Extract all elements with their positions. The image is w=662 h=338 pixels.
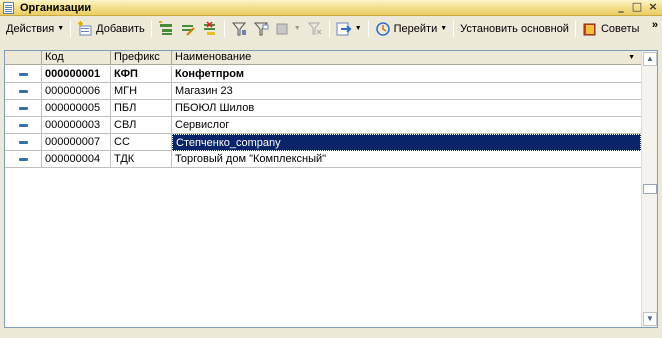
scroll-up-icon[interactable]: ▲ <box>643 52 657 66</box>
column-header-name[interactable]: Наименование ▼ <box>172 51 641 65</box>
vertical-scrollbar[interactable]: ▲ ▼ <box>641 51 657 327</box>
output-list-button[interactable]: ▼ <box>333 19 365 39</box>
clear-filter-button[interactable] <box>304 19 326 39</box>
column-header-prefix[interactable]: Префикс <box>111 51 172 65</box>
clear-filter-icon <box>307 21 323 37</box>
row-icon-cell <box>5 150 42 168</box>
element-icon <box>19 157 28 161</box>
edit-item-icon <box>180 21 196 37</box>
maximize-button[interactable]: □ <box>630 1 644 14</box>
cell-prefix[interactable]: КФП <box>111 65 172 83</box>
toolbar-separator <box>328 20 330 37</box>
toolbar-separator <box>223 20 225 37</box>
set-default-label: Установить основной <box>460 22 569 35</box>
toolbar-separator <box>150 20 152 37</box>
chevron-down-icon: ▼ <box>57 25 65 32</box>
table-header: Код Префикс Наименование ▼ <box>5 51 641 65</box>
element-icon <box>19 106 28 110</box>
row-icon-cell <box>5 82 42 100</box>
column-header-code[interactable]: Код <box>42 51 111 65</box>
filter-history-button[interactable]: ▼ <box>272 19 304 39</box>
element-icon <box>19 140 28 144</box>
chevron-down-icon: ▼ <box>293 25 301 32</box>
table-row[interactable]: 000000004 ТДК Торговый дом "Комплексный" <box>5 150 641 168</box>
chevron-down-icon: ▼ <box>354 25 362 32</box>
delete-mark-button[interactable] <box>199 19 221 39</box>
add-button[interactable]: Добавить <box>74 19 148 39</box>
scrollbar-thumb[interactable] <box>643 184 657 194</box>
row-icon-cell <box>5 116 42 134</box>
cell-code[interactable]: 000000004 <box>42 150 111 168</box>
cell-code[interactable]: 000000007 <box>42 133 111 151</box>
cell-name[interactable]: Сервислог <box>172 117 641 134</box>
row-icon-cell <box>5 65 42 83</box>
scroll-down-icon[interactable]: ▼ <box>643 312 657 326</box>
chevron-down-icon: ▼ <box>440 25 448 32</box>
cell-code[interactable]: 000000003 <box>42 116 111 134</box>
goto-label: Перейти <box>393 22 438 35</box>
actions-menu-button[interactable]: Действия ▼ <box>3 19 67 39</box>
element-icon <box>19 123 28 127</box>
edit-button[interactable] <box>177 19 199 39</box>
cell-code[interactable]: 000000006 <box>42 82 111 100</box>
toolbar-separator <box>367 20 369 37</box>
row-icon-cell <box>5 99 42 117</box>
add-group-icon <box>158 20 174 37</box>
filter-by-value-icon <box>253 21 269 37</box>
cell-name[interactable]: Конфетпром <box>172 66 641 83</box>
actions-label: Действия <box>6 22 55 35</box>
filter-button[interactable] <box>228 19 250 39</box>
column-header-name-label: Наименование <box>175 51 252 63</box>
toolbar-separator <box>453 20 455 37</box>
icon-column-header[interactable] <box>5 51 42 65</box>
goto-icon <box>375 21 391 37</box>
add-group-button[interactable] <box>155 19 177 39</box>
set-default-button[interactable]: Установить основной <box>457 19 572 39</box>
tips-label: Советы <box>600 22 640 35</box>
minimize-button[interactable]: _ <box>614 1 628 14</box>
cell-prefix[interactable]: МГН <box>111 82 172 100</box>
cell-prefix[interactable]: СС <box>111 133 172 151</box>
table-body: 000000001 КФП Конфетпром 000000006 МГН Магази… <box>5 65 641 168</box>
window-title: Организации <box>20 1 92 14</box>
table-row[interactable]: 000000005 ПБЛ ПБОЮЛ Шилов <box>5 99 641 117</box>
element-icon <box>19 89 28 93</box>
tips-button[interactable]: Советы <box>579 19 642 39</box>
cell-name[interactable]: Магазин 23 <box>172 83 641 100</box>
cell-code[interactable]: 000000001 <box>42 65 111 83</box>
cell-name[interactable]: Степченко_company <box>172 133 641 151</box>
toolbar-separator <box>70 20 72 37</box>
filter-value-button[interactable] <box>250 19 272 39</box>
list-window-icon <box>3 1 14 14</box>
row-icon-cell <box>5 133 42 151</box>
sort-descending-icon: ▼ <box>628 54 635 61</box>
add-label: Добавить <box>96 22 145 35</box>
cell-prefix[interactable]: СВЛ <box>111 116 172 134</box>
output-list-icon <box>336 21 352 37</box>
toolbar-overflow-icon[interactable]: » <box>652 19 658 31</box>
close-button[interactable]: × <box>646 1 660 14</box>
cell-name[interactable]: Торговый дом "Комплексный" <box>172 151 641 168</box>
window-controls: _ □ × <box>614 1 660 14</box>
book-icon <box>582 21 598 37</box>
table-row[interactable]: 000000006 МГН Магазин 23 <box>5 82 641 100</box>
element-icon <box>19 72 28 76</box>
table-row[interactable]: 000000001 КФП Конфетпром <box>5 65 641 83</box>
organizations-table[interactable]: Код Префикс Наименование ▼ 000000001 КФП К… <box>4 50 658 328</box>
window-titlebar[interactable]: Организации _ □ × <box>0 0 662 16</box>
cell-prefix[interactable]: ТДК <box>111 150 172 168</box>
table-row[interactable]: 000000007 СС Степченко_company <box>5 133 641 151</box>
toolbar-separator <box>574 20 576 37</box>
cell-prefix[interactable]: ПБЛ <box>111 99 172 117</box>
add-item-icon <box>77 20 93 37</box>
table-row[interactable]: 000000003 СВЛ Сервислог <box>5 116 641 134</box>
cell-name[interactable]: ПБОЮЛ Шилов <box>172 100 641 117</box>
cell-code[interactable]: 000000005 <box>42 99 111 117</box>
filter-icon <box>231 21 247 37</box>
delete-mark-icon <box>202 20 218 37</box>
toolbar: Действия ▼ Добавить ▼ ▼ Перейти ▼ Устано… <box>0 17 662 40</box>
goto-menu-button[interactable]: Перейти ▼ <box>372 19 451 39</box>
filter-history-icon <box>275 21 291 37</box>
